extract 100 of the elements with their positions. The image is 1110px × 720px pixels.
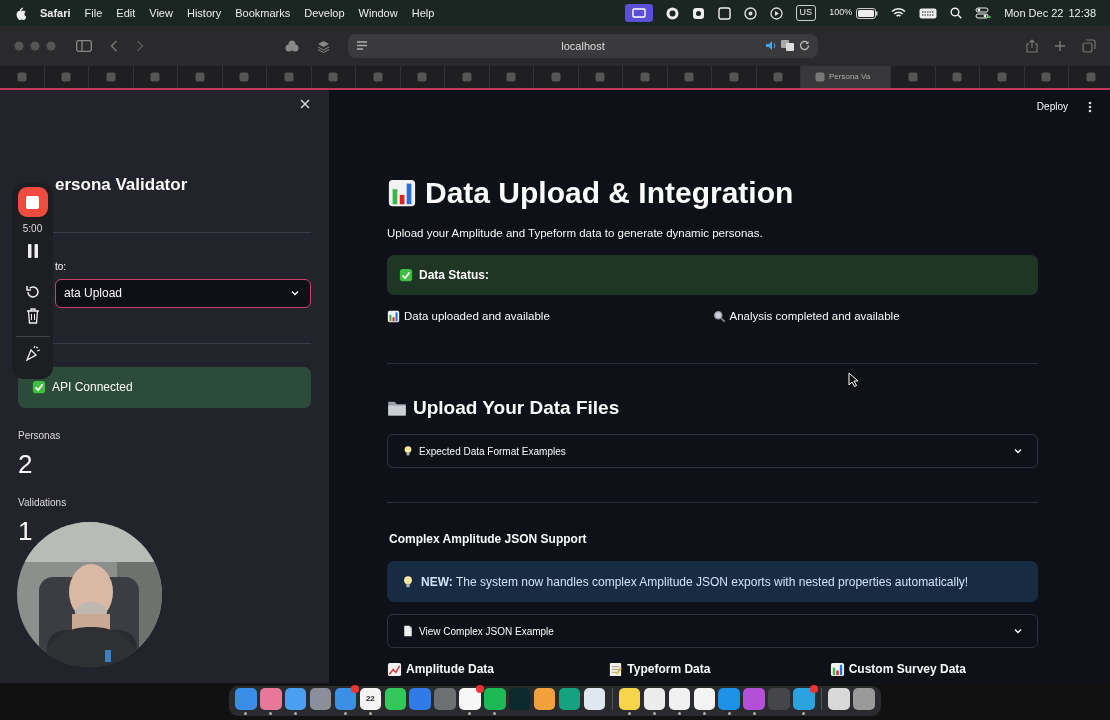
- keyboard-icon[interactable]: [919, 7, 938, 19]
- favicon-icon: [1041, 72, 1052, 82]
- dock-app-icon[interactable]: [384, 688, 406, 710]
- menu-item[interactable]: Help: [411, 4, 435, 22]
- cloud-icon[interactable]: [285, 40, 299, 52]
- wifi-icon[interactable]: [891, 7, 907, 19]
- favicon-icon: [907, 72, 918, 82]
- speaker-icon[interactable]: [765, 40, 777, 51]
- battery-percentage: 100%: [829, 6, 853, 20]
- battery-icon[interactable]: [856, 7, 879, 19]
- share-icon[interactable]: [1026, 39, 1038, 53]
- sidebar-icon[interactable]: [76, 40, 92, 52]
- alert-text: Data Status:: [419, 267, 489, 285]
- dock-app-icon[interactable]: [459, 688, 481, 710]
- menu-bar-time[interactable]: 12:38: [1068, 4, 1096, 22]
- chevron-icon: [290, 288, 300, 298]
- dock-app-icon[interactable]: [484, 688, 506, 710]
- favicon-icon: [595, 72, 606, 82]
- metric-value: 1: [18, 517, 34, 544]
- favicon-icon: [728, 72, 739, 82]
- dock-app-icon[interactable]: [618, 688, 641, 710]
- favicon-icon: [372, 72, 383, 82]
- check-icon: [32, 380, 46, 394]
- dock-app-icon[interactable]: [643, 688, 666, 710]
- favicon-icon: [239, 72, 250, 82]
- trash-icon[interactable]: [25, 308, 40, 324]
- page-select[interactable]: ata Upload: [55, 278, 311, 308]
- page-title: Data Upload & Integration: [425, 175, 794, 211]
- new-tab-icon[interactable]: [1054, 40, 1066, 52]
- dock-app-icon[interactable]: [260, 688, 282, 710]
- screen-share-icon[interactable]: [624, 4, 653, 22]
- column-heading: Typeform Data: [627, 661, 711, 678]
- menu-item[interactable]: View: [149, 4, 173, 22]
- lightbulb-icon: [401, 574, 415, 589]
- status-text: Data uploaded and available: [404, 309, 550, 325]
- browser-tab[interactable]: Persona Va: [801, 66, 891, 88]
- favicon-icon: [283, 72, 294, 82]
- favicon-icon: [16, 72, 27, 82]
- pause-icon[interactable]: [26, 244, 39, 258]
- expander[interactable]: View Complex JSON Example: [387, 614, 1038, 648]
- aperture-icon[interactable]: [743, 6, 757, 20]
- favicon-icon: [150, 72, 161, 82]
- favicon-icon: [506, 72, 517, 82]
- apple-icon[interactable]: [14, 6, 26, 20]
- chevron-icon: [1013, 446, 1023, 456]
- play-icon[interactable]: [769, 6, 783, 20]
- dock-app-icon[interactable]: 22: [359, 688, 382, 710]
- restart-icon[interactable]: [24, 284, 41, 300]
- metric-label: Validations: [18, 495, 68, 510]
- favicon-icon: [461, 72, 472, 82]
- translate-icon[interactable]: [781, 40, 795, 51]
- app-menu[interactable]: Safari: [40, 4, 71, 22]
- menu-item[interactable]: File: [84, 4, 103, 22]
- address-bar[interactable]: localhost: [348, 34, 818, 58]
- dock-app-icon[interactable]: [668, 688, 691, 710]
- menu-item[interactable]: Window: [358, 4, 398, 22]
- favicon-icon: [952, 72, 963, 82]
- more-options-icon[interactable]: [1088, 100, 1092, 113]
- menu-item[interactable]: Develop: [304, 4, 345, 22]
- dock-app-icon[interactable]: [693, 688, 716, 710]
- close-sidebar-button[interactable]: [299, 98, 311, 110]
- input-source-indicator[interactable]: US: [795, 5, 817, 21]
- recording-timer: 5:00: [22, 222, 43, 236]
- search-icon[interactable]: [950, 7, 963, 19]
- menu-bar-date[interactable]: Mon Dec 22: [1004, 4, 1064, 22]
- magnifier-icon: [712, 310, 726, 324]
- favicon-icon: [815, 72, 825, 82]
- sidebar-title: ersona Validator: [55, 174, 189, 196]
- square-icon[interactable]: [717, 6, 731, 20]
- dock-app-icon[interactable]: [828, 688, 850, 710]
- party-popper-icon[interactable]: [24, 345, 41, 361]
- menu-item[interactable]: History: [186, 4, 222, 22]
- layers-icon[interactable]: [317, 39, 330, 53]
- dock-app-icon[interactable]: [533, 688, 556, 710]
- document-icon: [402, 625, 414, 637]
- status-text: Analysis completed and available: [729, 309, 900, 325]
- favicon-icon: [639, 72, 650, 82]
- expander[interactable]: Expected Data Format Examples: [387, 434, 1038, 468]
- circle-icon[interactable]: [665, 6, 679, 20]
- back-icon[interactable]: [110, 40, 118, 52]
- stop-recording-button[interactable]: [17, 187, 48, 217]
- deploy-button[interactable]: Deploy: [1032, 97, 1072, 116]
- column-heading: Custom Survey Data: [848, 661, 967, 678]
- page-menu-icon[interactable]: [356, 40, 368, 51]
- control-center-icon[interactable]: [975, 7, 992, 19]
- check-icon: [399, 268, 413, 283]
- menu-item[interactable]: Bookmarks: [235, 4, 291, 22]
- reload-icon[interactable]: [799, 40, 810, 51]
- bar-chart-icon: [387, 310, 400, 324]
- column-heading: Amplitude Data: [406, 661, 494, 678]
- favicon-icon: [773, 72, 784, 82]
- tab-overview-icon[interactable]: [1082, 39, 1096, 53]
- dock-app-icon[interactable]: [583, 688, 606, 710]
- favicon-icon: [1085, 72, 1096, 82]
- dock-app-icon[interactable]: [284, 688, 307, 710]
- favicon-icon: [194, 72, 205, 82]
- metric-label: Personas: [18, 428, 62, 443]
- favicon-icon: [105, 72, 116, 82]
- section-heading: Upload Your Data Files: [413, 395, 620, 420]
- menu-item[interactable]: Edit: [116, 4, 136, 22]
